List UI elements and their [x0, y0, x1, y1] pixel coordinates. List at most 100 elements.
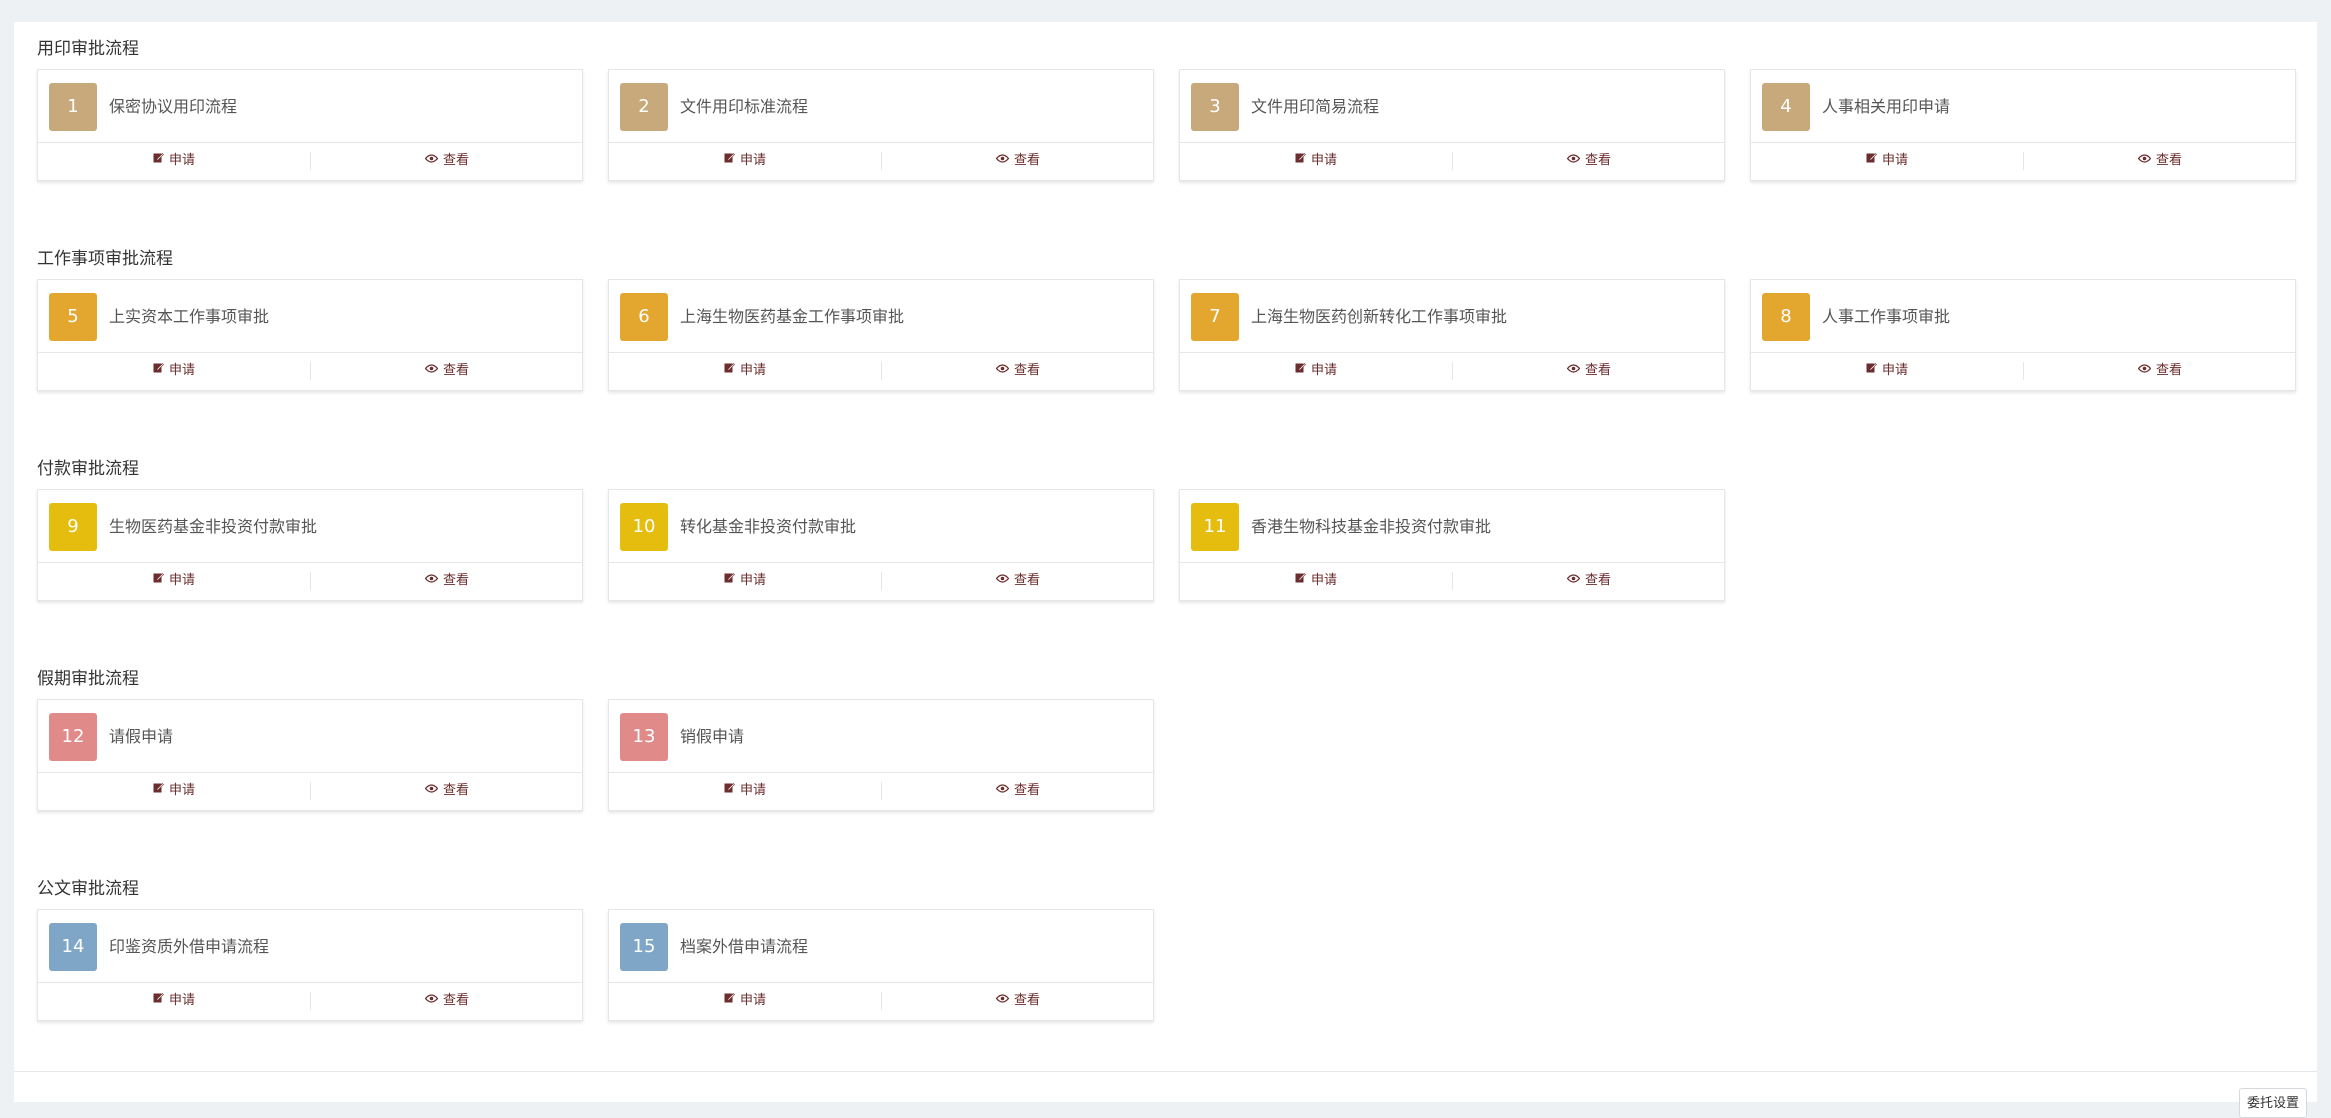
- eye-icon: [1566, 561, 1581, 599]
- process-card: 6 上海生物医药基金工作事项审批 申请 查看: [608, 279, 1154, 391]
- card-header[interactable]: 12 请假申请: [38, 700, 582, 773]
- apply-button[interactable]: 申请: [1180, 142, 1452, 180]
- apply-button[interactable]: 申请: [38, 142, 310, 180]
- eye-icon: [1566, 351, 1581, 389]
- view-button[interactable]: 查看: [2024, 142, 2296, 180]
- apply-label: 申请: [739, 153, 766, 168]
- process-name: 印鉴资质外借申请流程: [109, 937, 270, 956]
- edit-icon: [153, 771, 164, 809]
- view-button[interactable]: 查看: [311, 982, 583, 1020]
- view-label: 查看: [442, 783, 469, 798]
- process-name: 保密协议用印流程: [109, 97, 238, 116]
- apply-button[interactable]: 申请: [1751, 352, 2023, 390]
- card-header[interactable]: 15 档案外借申请流程: [609, 910, 1153, 983]
- eye-icon: [995, 351, 1010, 389]
- view-button[interactable]: 查看: [882, 772, 1154, 810]
- view-button[interactable]: 查看: [311, 772, 583, 810]
- card-header[interactable]: 1 保密协议用印流程: [38, 70, 582, 143]
- process-number-badge: 7: [1191, 293, 1239, 341]
- view-label: 查看: [442, 573, 469, 588]
- apply-button[interactable]: 申请: [609, 772, 881, 810]
- card-header[interactable]: 9 生物医药基金非投资付款审批: [38, 490, 582, 563]
- card-header[interactable]: 13 销假申请: [609, 700, 1153, 773]
- eye-icon: [2137, 141, 2152, 179]
- process-name: 请假申请: [109, 727, 174, 746]
- process-number-badge: 8: [1762, 293, 1810, 341]
- view-label: 查看: [1584, 363, 1611, 378]
- eye-icon: [424, 351, 439, 389]
- process-name: 上海生物医药创新转化工作事项审批: [1251, 307, 1508, 326]
- apply-label: 申请: [739, 363, 766, 378]
- card-header[interactable]: 7 上海生物医药创新转化工作事项审批: [1180, 280, 1724, 353]
- view-button[interactable]: 查看: [1453, 352, 1725, 390]
- apply-label: 申请: [739, 993, 766, 1008]
- eye-icon: [424, 981, 439, 1019]
- view-button[interactable]: 查看: [311, 562, 583, 600]
- view-label: 查看: [1013, 153, 1040, 168]
- eye-icon: [1566, 141, 1581, 179]
- apply-button[interactable]: 申请: [38, 772, 310, 810]
- apply-button[interactable]: 申请: [1180, 562, 1452, 600]
- apply-button[interactable]: 申请: [609, 142, 881, 180]
- process-name: 人事相关用印申请: [1822, 97, 1951, 116]
- card-header[interactable]: 4 人事相关用印申请: [1751, 70, 2295, 143]
- card-header[interactable]: 2 文件用印标准流程: [609, 70, 1153, 143]
- process-name: 上实资本工作事项审批: [109, 307, 270, 326]
- section-title: 工作事项审批流程: [37, 249, 173, 269]
- process-number-badge: 3: [1191, 83, 1239, 131]
- apply-button[interactable]: 申请: [1751, 142, 2023, 180]
- process-card: 5 上实资本工作事项审批 申请 查看: [37, 279, 583, 391]
- process-number-badge: 15: [620, 923, 668, 971]
- eye-icon: [995, 981, 1010, 1019]
- eye-icon: [995, 561, 1010, 599]
- main-panel: 用印审批流程 1 保密协议用印流程 申请 查看 2 文件用印标准流程 申请 查看…: [14, 22, 2317, 1118]
- apply-label: 申请: [1881, 363, 1908, 378]
- view-button[interactable]: 查看: [2024, 352, 2296, 390]
- process-number-badge: 14: [49, 923, 97, 971]
- eye-icon: [424, 561, 439, 599]
- delegate-settings-button[interactable]: 委托设置: [2239, 1088, 2307, 1118]
- apply-button[interactable]: 申请: [38, 352, 310, 390]
- card-header[interactable]: 6 上海生物医药基金工作事项审批: [609, 280, 1153, 353]
- section-title: 假期审批流程: [37, 669, 139, 689]
- apply-button[interactable]: 申请: [38, 982, 310, 1020]
- section-title: 公文审批流程: [37, 879, 139, 899]
- apply-button[interactable]: 申请: [609, 562, 881, 600]
- process-card: 12 请假申请 申请 查看: [37, 699, 583, 811]
- view-button[interactable]: 查看: [311, 142, 583, 180]
- card-header[interactable]: 5 上实资本工作事项审批: [38, 280, 582, 353]
- card-header[interactable]: 10 转化基金非投资付款审批: [609, 490, 1153, 563]
- edit-icon: [153, 561, 164, 599]
- card-header[interactable]: 3 文件用印简易流程: [1180, 70, 1724, 143]
- apply-label: 申请: [739, 573, 766, 588]
- edit-icon: [724, 561, 735, 599]
- process-card: 15 档案外借申请流程 申请 查看: [608, 909, 1154, 1021]
- edit-icon: [724, 141, 735, 179]
- edit-icon: [1866, 351, 1877, 389]
- view-button[interactable]: 查看: [882, 142, 1154, 180]
- process-number-badge: 9: [49, 503, 97, 551]
- apply-button[interactable]: 申请: [38, 562, 310, 600]
- card-header[interactable]: 8 人事工作事项审批: [1751, 280, 2295, 353]
- view-button[interactable]: 查看: [1453, 562, 1725, 600]
- card-header[interactable]: 14 印鉴资质外借申请流程: [38, 910, 582, 983]
- process-number-badge: 4: [1762, 83, 1810, 131]
- process-name: 人事工作事项审批: [1822, 307, 1951, 326]
- process-name: 转化基金非投资付款审批: [680, 517, 857, 536]
- apply-button[interactable]: 申请: [609, 982, 881, 1020]
- view-button[interactable]: 查看: [882, 562, 1154, 600]
- view-button[interactable]: 查看: [882, 352, 1154, 390]
- process-number-badge: 5: [49, 293, 97, 341]
- edit-icon: [153, 981, 164, 1019]
- view-button[interactable]: 查看: [311, 352, 583, 390]
- view-button[interactable]: 查看: [1453, 142, 1725, 180]
- process-card: 14 印鉴资质外借申请流程 申请 查看: [37, 909, 583, 1021]
- apply-label: 申请: [168, 573, 195, 588]
- apply-button[interactable]: 申请: [609, 352, 881, 390]
- edit-icon: [1295, 561, 1306, 599]
- apply-button[interactable]: 申请: [1180, 352, 1452, 390]
- process-card: 8 人事工作事项审批 申请 查看: [1750, 279, 2296, 391]
- view-button[interactable]: 查看: [882, 982, 1154, 1020]
- process-card: 4 人事相关用印申请 申请 查看: [1750, 69, 2296, 181]
- card-header[interactable]: 11 香港生物科技基金非投资付款审批: [1180, 490, 1724, 563]
